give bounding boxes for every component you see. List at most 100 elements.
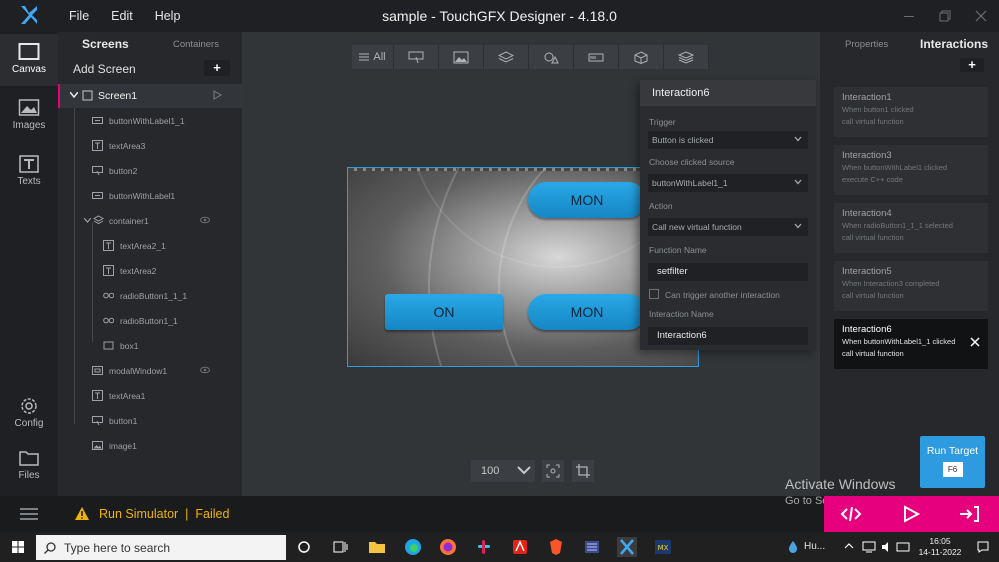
chevron-up-icon[interactable]: [844, 542, 854, 550]
code-icon[interactable]: [840, 504, 862, 524]
canvas-icon: [18, 43, 40, 60]
interaction-card[interactable]: Interaction3 When buttonWithLabel1 click…: [834, 145, 988, 195]
menu-edit[interactable]: Edit: [100, 0, 144, 32]
volume-icon[interactable]: [880, 540, 894, 554]
filter-buttons[interactable]: [394, 45, 439, 69]
textarea-icon: [92, 140, 103, 151]
image-icon: [453, 51, 469, 63]
tab-screens[interactable]: Screens: [82, 37, 129, 51]
tree-item-buttonwithlabel1[interactable]: buttonWithLabel1: [58, 184, 242, 208]
chevron-down-icon: [794, 136, 802, 142]
rail-texts[interactable]: Texts: [0, 146, 58, 198]
tree-item-buttonwithlabel1-1[interactable]: buttonWithLabel1_1: [58, 109, 242, 133]
notifications-icon[interactable]: [976, 540, 990, 554]
rail-files[interactable]: Files: [0, 440, 58, 492]
mon-button-top[interactable]: MON: [528, 182, 646, 218]
tree-item-box1[interactable]: box1: [58, 334, 242, 358]
file-explorer-icon[interactable]: [367, 537, 387, 557]
cortana-icon[interactable]: [294, 537, 314, 557]
run-target-button[interactable]: Run Target F6: [920, 436, 985, 488]
button-icon: [92, 416, 103, 426]
crop-button[interactable]: [572, 460, 594, 482]
play-icon[interactable]: [900, 504, 922, 524]
tab-interactions[interactable]: Interactions: [920, 37, 988, 51]
filter-progress[interactable]: [574, 45, 619, 69]
action-select[interactable]: Call new virtual function: [648, 218, 808, 236]
slack-icon[interactable]: [474, 537, 494, 557]
weather-icon[interactable]: [786, 540, 800, 554]
stm32-cubemx-icon[interactable]: MX: [653, 537, 673, 557]
interaction-card-selected[interactable]: Interaction6 When buttonWithLabel1_1 cli…: [834, 319, 988, 369]
export-icon[interactable]: [958, 504, 980, 524]
firefox-icon[interactable]: [438, 537, 458, 557]
network-icon[interactable]: [862, 540, 876, 554]
tree-item-label: radioButton1_1_1: [120, 291, 188, 301]
close-icon[interactable]: [963, 0, 999, 32]
taskbar-clock[interactable]: 16:05 14-11-2022: [912, 536, 968, 558]
filter-misc[interactable]: [664, 45, 709, 69]
tree-item-modalwindow1[interactable]: modalWindow1: [58, 359, 242, 383]
keyboard-icon[interactable]: [896, 540, 910, 554]
fit-to-screen-button[interactable]: [542, 460, 564, 482]
chevron-down-icon[interactable]: [70, 92, 78, 98]
menu-file[interactable]: File: [58, 0, 100, 32]
close-icon[interactable]: [970, 337, 980, 347]
clock-time: 16:05: [929, 536, 951, 546]
filter-3d[interactable]: [619, 45, 664, 69]
add-screen-button[interactable]: +: [204, 60, 230, 76]
filter-images[interactable]: [439, 45, 484, 69]
tree-item-radiobutton1-1[interactable]: radioButton1_1: [58, 309, 242, 333]
filter-containers[interactable]: [484, 45, 529, 69]
rail-config[interactable]: Config: [0, 388, 58, 440]
add-interaction-button[interactable]: +: [960, 58, 984, 72]
interaction-card[interactable]: Interaction5 When Interaction3 completed…: [834, 261, 988, 311]
tree-item-container1[interactable]: container1: [58, 209, 242, 233]
edge-icon[interactable]: [403, 537, 423, 557]
tree-item-screen1[interactable]: Screen1: [58, 84, 242, 108]
trigger-another-checkbox[interactable]: [649, 289, 659, 299]
tab-properties[interactable]: Properties: [845, 39, 888, 50]
textarea-icon: [103, 240, 114, 251]
acrobat-icon[interactable]: [510, 537, 530, 557]
menu-help[interactable]: Help: [144, 0, 192, 32]
tree-item-textarea2-1[interactable]: textArea2_1: [58, 234, 242, 258]
interaction-name-input[interactable]: Interaction6: [648, 327, 808, 345]
tree-item-image1[interactable]: image1: [58, 434, 242, 458]
touchgfx-logo: [18, 4, 40, 26]
tree-item-textarea2[interactable]: textArea2: [58, 259, 242, 283]
tree-item-button1[interactable]: button1: [58, 409, 242, 433]
tree-item-textarea3[interactable]: textArea3: [58, 134, 242, 158]
on-button[interactable]: ON: [385, 294, 503, 330]
tab-containers[interactable]: Containers: [173, 39, 219, 50]
source-select[interactable]: buttonWithLabel1_1: [648, 174, 808, 192]
tree-item-button2[interactable]: button2: [58, 159, 242, 183]
filter-all-button[interactable]: All: [352, 45, 394, 69]
brave-icon[interactable]: [546, 537, 566, 557]
windows-start-icon[interactable]: [12, 541, 24, 553]
play-icon[interactable]: [213, 90, 222, 100]
tree-item-radiobutton1-1-1[interactable]: radioButton1_1_1: [58, 284, 242, 308]
mon-button-bottom[interactable]: MON: [528, 294, 646, 330]
rail-images[interactable]: Images: [0, 90, 58, 142]
weather-label[interactable]: Hu...: [804, 541, 825, 552]
run-simulator-status[interactable]: Run Simulator | Failed: [99, 507, 229, 521]
stm32-ide-icon[interactable]: [582, 537, 602, 557]
task-view-icon[interactable]: [330, 537, 350, 557]
trigger-select[interactable]: Button is clicked: [648, 131, 808, 149]
touchgfx-taskbar-icon[interactable]: [617, 537, 637, 557]
taskbar-search[interactable]: Type here to search: [36, 535, 286, 560]
filter-shapes[interactable]: [529, 45, 574, 69]
maximize-icon[interactable]: [927, 0, 963, 32]
rail-canvas[interactable]: Canvas: [0, 34, 58, 86]
chevron-down-icon[interactable]: [84, 218, 91, 223]
eye-icon[interactable]: [200, 215, 210, 225]
interaction-card[interactable]: Interaction4 When radioButton1_1_1 selec…: [834, 203, 988, 253]
eye-icon[interactable]: [200, 365, 210, 375]
minimize-icon[interactable]: [891, 0, 927, 32]
tree-item-textarea1[interactable]: textArea1: [58, 384, 242, 408]
hamburger-icon[interactable]: [20, 508, 38, 520]
interaction-card[interactable]: Interaction1 When button1 clicked call v…: [834, 87, 988, 137]
folder-icon: [19, 451, 39, 466]
zoom-select[interactable]: 100: [471, 460, 535, 482]
function-name-input[interactable]: setfilter: [648, 263, 808, 281]
